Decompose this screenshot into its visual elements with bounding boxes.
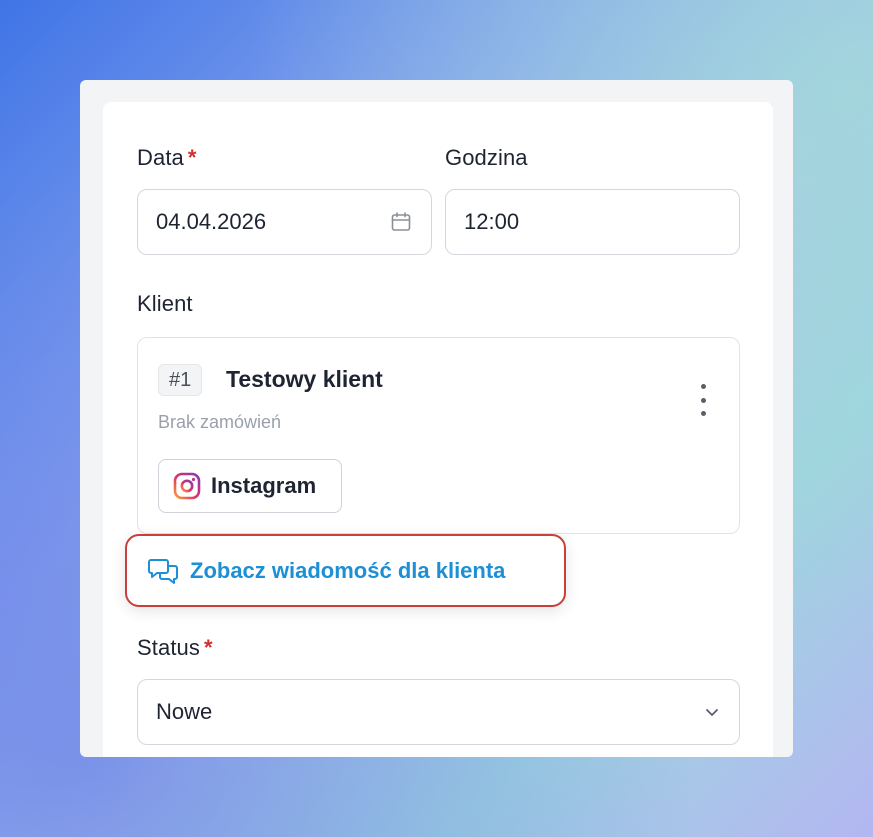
required-mark: * (203, 635, 213, 660)
required-mark: * (187, 145, 197, 170)
status-label: Status * (137, 635, 213, 660)
chat-bubbles-icon (148, 558, 178, 584)
instagram-button[interactable]: Instagram (158, 459, 342, 513)
date-label: Data * (137, 145, 197, 170)
date-input[interactable]: 04.04.2026 (137, 189, 432, 255)
client-label: Klient (137, 291, 193, 316)
status-select[interactable]: Nowe (137, 679, 740, 745)
time-value: 12:00 (464, 209, 520, 234)
client-name: Testowy klient (226, 366, 383, 392)
time-label: Godzina (445, 145, 528, 170)
date-value: 04.04.2026 (156, 209, 267, 234)
view-client-message-label: Zobacz wiadomość dla klienta (190, 557, 506, 583)
client-card: #1 Testowy klient Brak zamówień Instagra… (137, 337, 740, 534)
calendar-icon[interactable] (389, 210, 413, 234)
more-options-button[interactable] (693, 384, 713, 416)
instagram-icon (173, 472, 201, 500)
time-input[interactable]: 12:00 (445, 189, 740, 255)
client-orders-status: Brak zamówień (158, 412, 282, 432)
status-value: Nowe (156, 699, 213, 724)
order-form: Data * 04.04.2026 Godzina 12:00 Klient #1… (103, 102, 773, 757)
view-client-message-link[interactable]: Zobacz wiadomość dla klienta (125, 534, 566, 607)
client-id-badge: #1 (158, 364, 203, 396)
instagram-label: Instagram (211, 473, 317, 498)
chevron-down-icon (706, 709, 718, 716)
more-vertical-icon (700, 384, 706, 389)
app-window: Data * 04.04.2026 Godzina 12:00 Klient #1… (80, 80, 793, 757)
